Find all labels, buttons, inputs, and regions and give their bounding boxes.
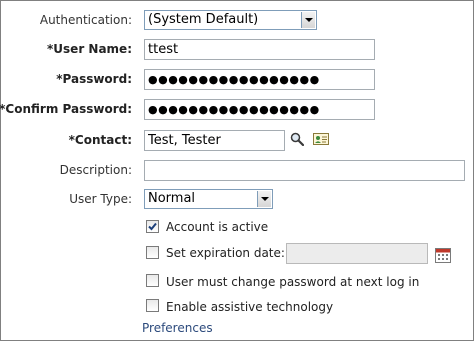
contact-card-icon[interactable]	[313, 132, 329, 149]
contact-input[interactable]	[144, 130, 285, 151]
user-name-input[interactable]	[144, 39, 375, 60]
authentication-select[interactable]: (System Default)	[144, 10, 317, 30]
account-active-label: Account is active	[166, 220, 269, 234]
confirm-password-input[interactable]: ●●●●●●●●●●●●●●●●●	[144, 99, 375, 120]
calendar-icon[interactable]	[435, 247, 451, 266]
chevron-down-icon[interactable]	[257, 191, 271, 207]
contact-label: *Contact:	[68, 133, 132, 147]
user-type-selected: Normal	[148, 191, 196, 206]
user-type-select[interactable]: Normal	[144, 189, 273, 209]
expiration-label: Set expiration date:	[166, 246, 285, 260]
assistive-tech-checkbox[interactable]	[146, 299, 159, 312]
must-change-password-checkbox[interactable]	[146, 274, 159, 287]
account-active-checkbox[interactable]	[146, 220, 159, 233]
password-label: *Password:	[56, 72, 132, 86]
authentication-selected: (System Default)	[148, 12, 259, 27]
expiration-checkbox[interactable]	[146, 246, 159, 259]
must-change-password-label: User must change password at next log in	[166, 275, 420, 289]
user-type-label: User Type:	[69, 192, 132, 206]
checkmark-icon	[148, 222, 157, 231]
chevron-down-icon[interactable]	[301, 12, 315, 28]
preferences-link[interactable]: Preferences	[142, 321, 213, 335]
password-mask: ●●●●●●●●●●●●●●●●●	[148, 73, 320, 86]
assistive-tech-label: Enable assistive technology	[166, 300, 334, 314]
description-label: Description:	[59, 163, 132, 177]
authentication-label: Authentication:	[39, 13, 132, 27]
magnifier-icon[interactable]	[290, 132, 305, 149]
password-input[interactable]: ●●●●●●●●●●●●●●●●●	[144, 69, 375, 90]
user-form-panel: Authentication: (System Default) *User N…	[0, 0, 474, 341]
confirm-password-mask: ●●●●●●●●●●●●●●●●●	[148, 103, 320, 116]
confirm-password-label: *Confirm Password:	[0, 102, 132, 116]
expiration-date-input[interactable]	[286, 243, 428, 264]
description-input[interactable]	[144, 160, 465, 181]
user-name-label: *User Name:	[47, 42, 132, 56]
